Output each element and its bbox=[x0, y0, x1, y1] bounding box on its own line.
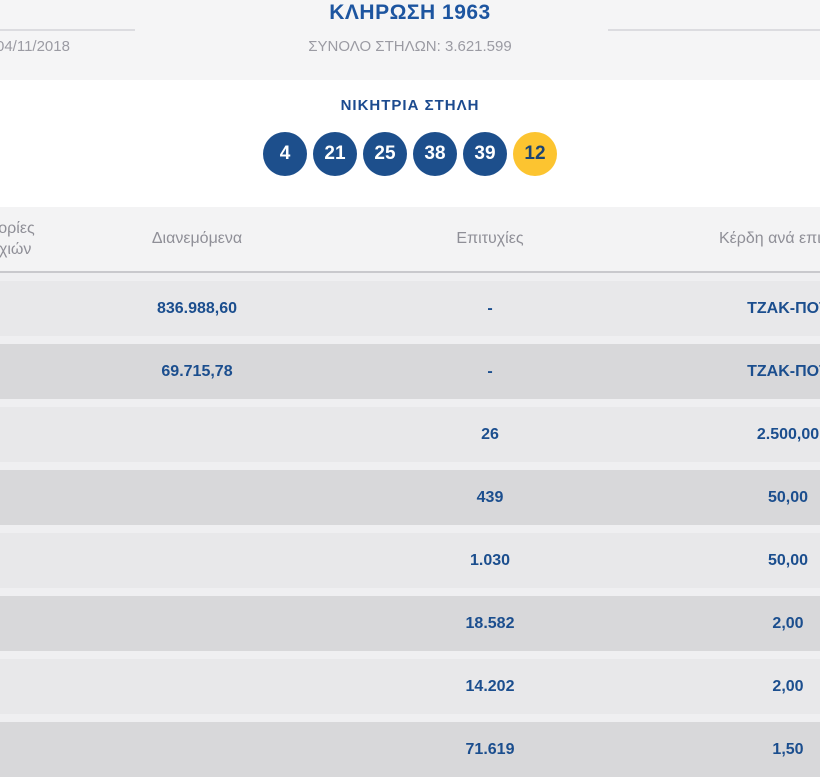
left-divider-line bbox=[0, 29, 135, 31]
winning-numbers: 4 21 25 38 39 12 bbox=[0, 132, 820, 176]
table-row: 18.582 2,00 bbox=[0, 596, 820, 651]
table-row: 836.988,60 - ΤΖΑΚ-ΠΟΤ bbox=[0, 281, 820, 336]
cell-prize: 50,00 bbox=[767, 489, 809, 506]
cell-distributed bbox=[87, 470, 307, 525]
winning-number-ball: 38 bbox=[413, 132, 457, 176]
draw-header: ΚΛΗΡΩΣΗ 1963 ΣΥΝΟΛΟ ΣΤΗΛΩΝ: 3.621.599 04… bbox=[0, 0, 820, 80]
column-header-prize-per-win: Κέρδη ανά επιτυχία bbox=[718, 230, 820, 247]
column-header-categories-line2: Επιτυχιών bbox=[0, 241, 32, 258]
cell-wins: 26 bbox=[481, 426, 499, 443]
prize-table-body: 836.988,60 - ΤΖΑΚ-ΠΟΤ 69.715,78 - ΤΖΑΚ-Π… bbox=[0, 273, 820, 777]
cell-distributed bbox=[87, 533, 307, 588]
table-row: 69.715,78 - ΤΖΑΚ-ΠΟΤ bbox=[0, 344, 820, 399]
cell-wins: 439 bbox=[476, 489, 504, 506]
table-row: 14.202 2,00 bbox=[0, 659, 820, 714]
prize-table: Κατηγορίες Επιτυχιών Διανεμόμενα Επιτυχί… bbox=[0, 207, 820, 777]
column-header-categories: Κατηγορίες Επιτυχιών bbox=[0, 207, 45, 271]
winning-number-ball: 21 bbox=[313, 132, 357, 176]
cell-wins: 71.619 bbox=[465, 741, 515, 758]
column-header-wins: Επιτυχίες bbox=[456, 230, 524, 247]
winning-number-ball: 4 bbox=[263, 132, 307, 176]
column-header-categories-line1: Κατηγορίες bbox=[0, 220, 35, 237]
cell-prize: 2,00 bbox=[772, 678, 804, 695]
cell-prize: 50,00 bbox=[767, 552, 809, 569]
draw-title: ΚΛΗΡΩΣΗ 1963 bbox=[329, 1, 491, 24]
cell-wins: - bbox=[487, 300, 493, 317]
table-row: 26 2.500,00 bbox=[0, 407, 820, 462]
draw-results-page: ΚΛΗΡΩΣΗ 1963 ΣΥΝΟΛΟ ΣΤΗΛΩΝ: 3.621.599 04… bbox=[0, 0, 820, 780]
cell-distributed bbox=[87, 407, 307, 462]
cell-prize: 2,00 bbox=[772, 615, 804, 632]
cell-prize: ΤΖΑΚ-ΠΟΤ bbox=[747, 363, 820, 380]
cell-wins: 18.582 bbox=[465, 615, 515, 632]
cell-distributed bbox=[87, 596, 307, 651]
cell-wins: 14.202 bbox=[465, 678, 515, 695]
table-row: 439 50,00 bbox=[0, 470, 820, 525]
cell-distributed bbox=[87, 722, 307, 777]
table-row: 71.619 1,50 bbox=[0, 722, 820, 777]
cell-prize: ΤΖΑΚ-ΠΟΤ bbox=[747, 300, 820, 317]
winning-number-ball: 39 bbox=[463, 132, 507, 176]
cell-prize: 2.500,00 bbox=[756, 426, 820, 443]
table-row: 1.030 50,00 bbox=[0, 533, 820, 588]
cell-wins: - bbox=[487, 363, 493, 380]
cell-distributed bbox=[87, 659, 307, 714]
draw-date: 04/11/2018 bbox=[0, 38, 70, 55]
winning-column-section: ΝΙΚΗΤΡΙΑ ΣΤΗΛΗ 4 21 25 38 39 12 bbox=[0, 80, 820, 207]
winning-number-ball: 25 bbox=[363, 132, 407, 176]
prize-table-header: Κατηγορίες Επιτυχιών Διανεμόμενα Επιτυχί… bbox=[0, 207, 820, 273]
column-header-distributed: Διανεμόμενα bbox=[151, 230, 243, 247]
right-divider-line bbox=[608, 29, 820, 31]
bonus-number-ball: 12 bbox=[513, 132, 557, 176]
total-columns-label: ΣΥΝΟΛΟ ΣΤΗΛΩΝ: 3.621.599 bbox=[308, 38, 512, 55]
cell-distributed: 836.988,60 bbox=[156, 300, 238, 317]
winning-column-title: ΝΙΚΗΤΡΙΑ ΣΤΗΛΗ bbox=[340, 97, 480, 114]
cell-wins: 1.030 bbox=[469, 552, 511, 569]
cell-distributed: 69.715,78 bbox=[161, 363, 233, 380]
cell-prize: 1,50 bbox=[772, 741, 804, 758]
